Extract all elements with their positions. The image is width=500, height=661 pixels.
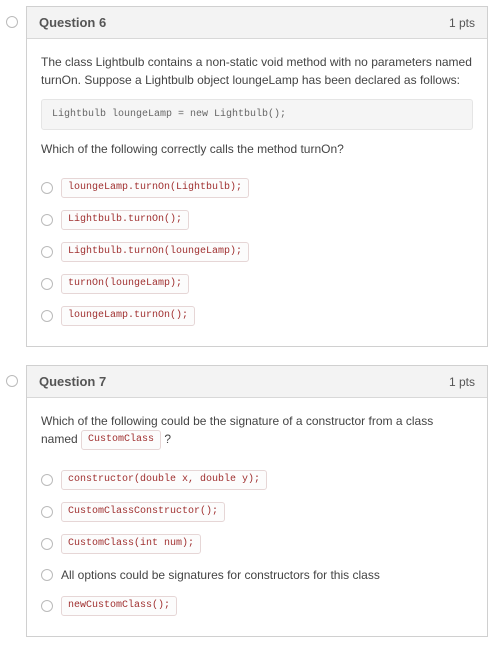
option-code: Lightbulb.turnOn(); (61, 210, 189, 230)
options-list: constructor(double x, double y); CustomC… (41, 460, 473, 628)
answer-option[interactable]: CustomClassConstructor(); (41, 496, 473, 528)
question-number: Question 6 (39, 15, 106, 30)
answer-option[interactable]: loungeLamp.turnOn(Lightbulb); (41, 172, 473, 204)
question-card: Question 6 1 pts The class Lightbulb con… (26, 6, 488, 347)
option-code: newCustomClass(); (61, 596, 177, 616)
option-code: Lightbulb.turnOn(loungeLamp); (61, 242, 249, 262)
answer-option[interactable]: All options could be signatures for cons… (41, 560, 473, 590)
question-nav-radio[interactable] (6, 375, 18, 387)
option-radio[interactable] (41, 474, 53, 486)
option-code: turnOn(loungeLamp); (61, 274, 189, 294)
question-points: 1 pts (449, 16, 475, 30)
question-card: Question 7 1 pts Which of the following … (26, 365, 488, 637)
prompt-code-block: Lightbulb loungeLamp = new Lightbulb(); (41, 99, 473, 130)
question-points: 1 pts (449, 375, 475, 389)
option-code: CustomClass(int num); (61, 534, 201, 554)
option-radio[interactable] (41, 214, 53, 226)
option-radio[interactable] (41, 182, 53, 194)
prompt-text: Which of the following could be the sign… (41, 412, 473, 450)
prompt-text-after: ? (164, 432, 171, 446)
option-radio[interactable] (41, 538, 53, 550)
question-nav-radio[interactable] (6, 16, 18, 28)
option-radio[interactable] (41, 310, 53, 322)
answer-option[interactable]: loungeLamp.turnOn(); (41, 300, 473, 332)
option-radio[interactable] (41, 246, 53, 258)
option-code: constructor(double x, double y); (61, 470, 267, 490)
answer-option[interactable]: constructor(double x, double y); (41, 464, 473, 496)
option-radio[interactable] (41, 600, 53, 612)
option-radio[interactable] (41, 278, 53, 290)
question-block-6: Question 6 1 pts The class Lightbulb con… (6, 6, 488, 347)
answer-option[interactable]: Lightbulb.turnOn(loungeLamp); (41, 236, 473, 268)
question-body: Which of the following could be the sign… (27, 398, 487, 636)
question-body: The class Lightbulb contains a non-stati… (27, 39, 487, 346)
option-code: CustomClassConstructor(); (61, 502, 225, 522)
answer-option[interactable]: newCustomClass(); (41, 590, 473, 622)
prompt-text: Which of the following correctly calls t… (41, 140, 473, 158)
answer-option[interactable]: turnOn(loungeLamp); (41, 268, 473, 300)
option-text: All options could be signatures for cons… (61, 566, 380, 584)
question-header: Question 6 1 pts (27, 7, 487, 39)
answer-option[interactable]: CustomClass(int num); (41, 528, 473, 560)
question-block-7: Question 7 1 pts Which of the following … (6, 365, 488, 637)
option-radio[interactable] (41, 569, 53, 581)
question-header: Question 7 1 pts (27, 366, 487, 398)
question-number: Question 7 (39, 374, 106, 389)
option-radio[interactable] (41, 506, 53, 518)
option-code: loungeLamp.turnOn(); (61, 306, 195, 326)
prompt-text: The class Lightbulb contains a non-stati… (41, 53, 473, 89)
answer-option[interactable]: Lightbulb.turnOn(); (41, 204, 473, 236)
options-list: loungeLamp.turnOn(Lightbulb); Lightbulb.… (41, 168, 473, 338)
prompt-inline-code: CustomClass (81, 430, 161, 450)
option-code: loungeLamp.turnOn(Lightbulb); (61, 178, 249, 198)
